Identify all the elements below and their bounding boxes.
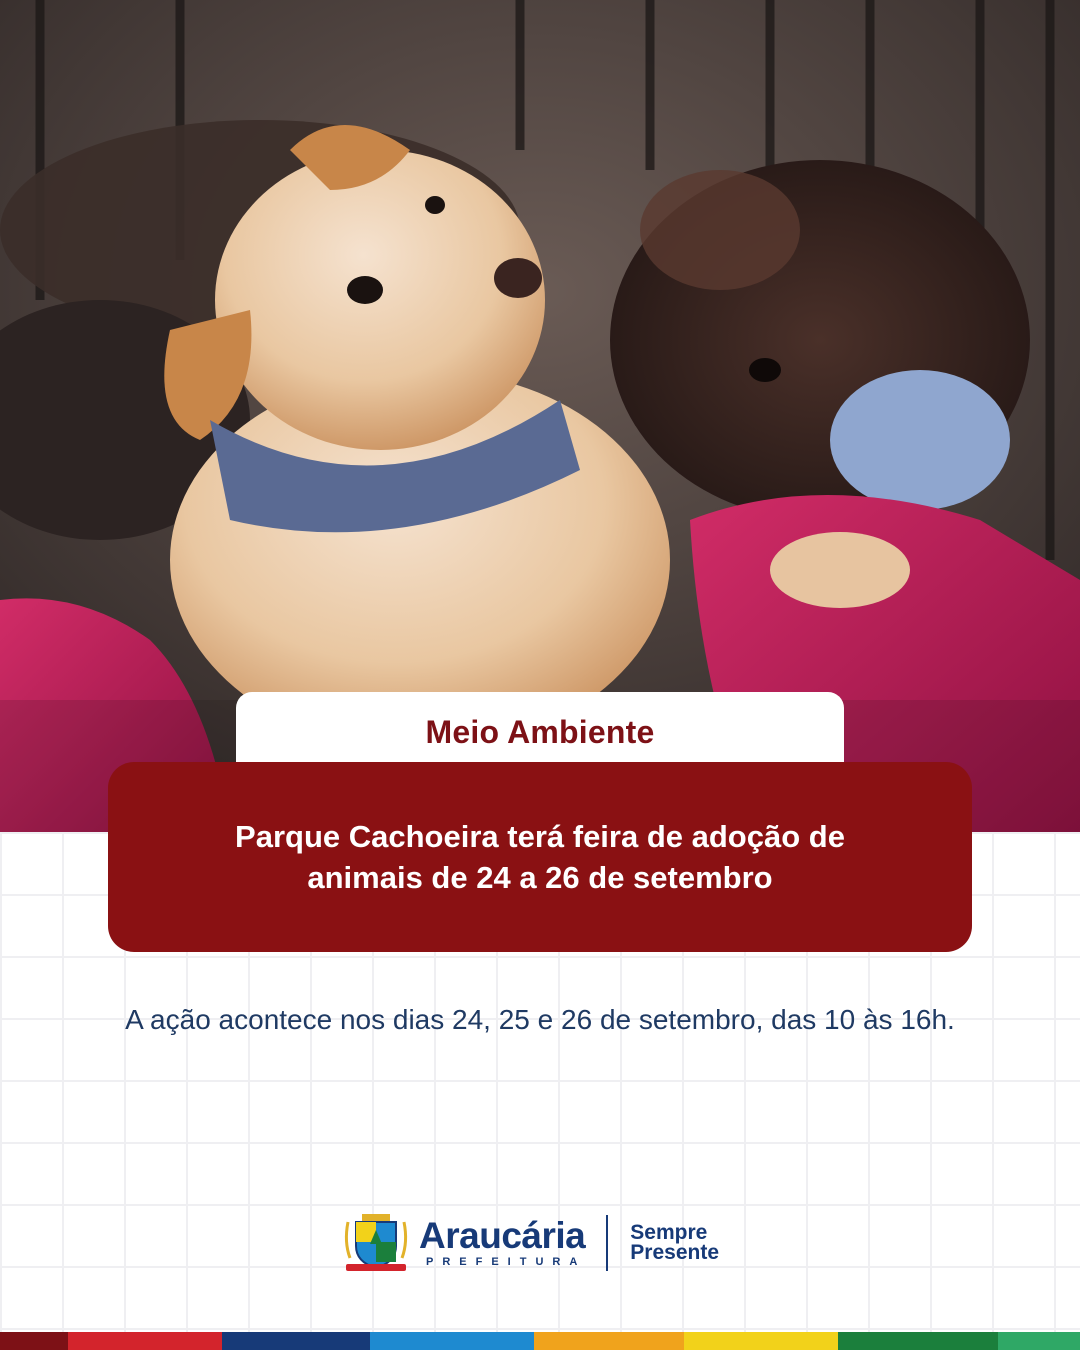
footer-logo: Araucária PREFEITURA Sempre Presente — [340, 1210, 719, 1276]
stripe-segment — [534, 1332, 684, 1350]
stripe-segment — [68, 1332, 222, 1350]
brand-name: Araucária — [419, 1215, 586, 1256]
body-text: A ação acontece nos dias 24, 25 e 26 de … — [125, 1004, 955, 1035]
slogan-line-2: Presente — [630, 1241, 719, 1264]
stripe-segment — [998, 1332, 1080, 1350]
stripe-segment — [370, 1332, 534, 1350]
logo-divider — [606, 1215, 609, 1271]
headline-line-2: animais de 24 a 26 de setembro — [307, 860, 773, 895]
brand-subtitle: PREFEITURA — [426, 1256, 587, 1268]
color-stripe — [0, 1332, 1080, 1350]
stripe-segment — [0, 1332, 68, 1350]
slogan-line-1: Sempre — [630, 1221, 708, 1244]
stripe-segment — [222, 1332, 370, 1350]
stripe-segment — [838, 1332, 998, 1350]
headline-line-1: Parque Cachoeira terá feira de adoção de — [235, 819, 845, 854]
crest-icon — [344, 1214, 408, 1271]
headline-title: Parque Cachoeira terá feira de adoção de… — [175, 816, 905, 898]
headline-card: Parque Cachoeira terá feira de adoção de… — [108, 762, 972, 952]
stripe-segment — [684, 1332, 838, 1350]
brand-wordmark: Araucária PREFEITURA — [418, 1217, 586, 1269]
category-label: Meio Ambiente — [425, 713, 655, 750]
slogan: Sempre Presente — [630, 1221, 719, 1264]
category-tab: Meio Ambiente — [236, 692, 844, 772]
post-canvas: Meio Ambiente Parque Cachoeira terá feir… — [0, 0, 1080, 1350]
